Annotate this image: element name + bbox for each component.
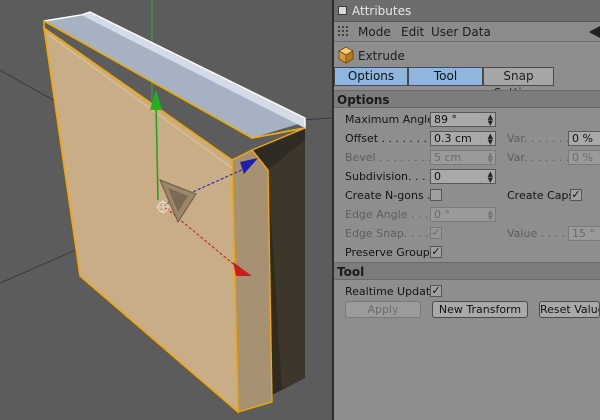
bevel-value: 5 cm <box>434 151 462 164</box>
tab-options[interactable]: Options <box>334 67 408 86</box>
edge-angle-label: Edge Angle . . . . <box>345 208 436 221</box>
preserve-groups-label: Preserve Groups <box>345 246 436 259</box>
object-row: Extrude <box>334 44 600 66</box>
viewport-scene[interactable] <box>0 0 332 420</box>
edge-snap-value: 15 ° <box>572 227 595 240</box>
apply-button[interactable]: Apply <box>345 301 421 318</box>
spinner-icon[interactable]: ▲ ▼ <box>488 171 493 184</box>
realtime-update-checkbox[interactable]: ✓ <box>430 285 442 297</box>
edge-snap-checkbox[interactable]: ✓ <box>430 227 442 239</box>
check-icon: ✓ <box>431 284 441 297</box>
options-section-title: Options <box>337 93 390 107</box>
spinner-icon[interactable]: ▲ ▼ <box>488 114 493 127</box>
tab-snap-settings[interactable]: Snap Settings <box>483 67 554 100</box>
bevel-label: Bevel . . . . . . . . <box>345 151 432 164</box>
check-icon: ✓ <box>431 226 441 239</box>
bevel-var-field[interactable]: 0 % <box>568 150 600 165</box>
edge-snap-value-field[interactable]: 15 ° <box>568 226 600 241</box>
panel-titlebar[interactable]: Attributes <box>334 0 600 22</box>
edge-angle-value: 0 ° <box>434 208 450 221</box>
offset-value: 0.3 cm <box>434 132 472 145</box>
edge-snap-label: Edge Snap. . . . . <box>345 227 436 240</box>
spinner-icon[interactable]: ▲ ▼ <box>488 152 493 165</box>
panel-title: Attributes <box>352 4 412 18</box>
realtime-update-label: Realtime Update <box>345 285 437 298</box>
extrude-front-edge-face[interactable] <box>232 150 272 412</box>
spinner-icon[interactable]: ▲ ▼ <box>488 209 493 222</box>
offset-field[interactable]: 0.3 cm ▲ ▼ <box>430 131 496 146</box>
new-transform-button[interactable]: New Transform <box>432 301 528 318</box>
viewport[interactable] <box>0 0 332 420</box>
offset-var-value: 0 % <box>572 132 593 145</box>
subdivision-label: Subdivision. . . . <box>345 170 433 183</box>
edge-angle-field[interactable]: 0 ° ▲ ▼ <box>430 207 496 222</box>
menu-edit[interactable]: Edit <box>401 25 424 39</box>
spinner-icon[interactable]: ▲ ▼ <box>488 133 493 146</box>
attributes-panel: Attributes Mode Edit User Data Extrude O… <box>334 0 600 420</box>
maximum-angle-field[interactable]: 89 ° ▲ ▼ <box>430 112 496 127</box>
bevel-var-value: 0 % <box>572 151 593 164</box>
create-caps-label: Create Caps <box>507 189 575 202</box>
panel-menubar: Mode Edit User Data <box>334 22 600 42</box>
bevel-field[interactable]: 5 cm ▲ ▼ <box>430 150 496 165</box>
subdivision-value: 0 <box>434 170 441 183</box>
extrude-tool-icon <box>338 46 354 64</box>
options-section-header[interactable]: Options <box>334 90 600 108</box>
create-ngons-label: Create N-gons . . <box>345 189 438 202</box>
maximum-angle-label: Maximum Angle <box>345 113 434 126</box>
tool-section-header[interactable]: Tool <box>334 262 600 280</box>
panel-menu-icon[interactable] <box>338 6 347 15</box>
reset-values-button[interactable]: Reset Values <box>539 301 600 318</box>
check-icon: ✓ <box>431 245 441 258</box>
object-name: Extrude <box>358 49 405 63</box>
offset-var-field[interactable]: 0 % <box>568 131 600 146</box>
maximum-angle-value: 89 ° <box>434 113 457 126</box>
tool-section-title: Tool <box>337 265 365 279</box>
preserve-groups-checkbox[interactable]: ✓ <box>430 246 442 258</box>
menu-mode[interactable]: Mode <box>358 25 391 39</box>
menu-user-data[interactable]: User Data <box>431 25 491 39</box>
back-arrow-icon[interactable] <box>589 26 600 38</box>
tab-tool[interactable]: Tool <box>408 67 483 86</box>
grip-icon[interactable] <box>337 25 349 37</box>
create-ngons-checkbox[interactable] <box>430 189 442 201</box>
subdivision-field[interactable]: 0 ▲ ▼ <box>430 169 496 184</box>
check-icon: ✓ <box>571 188 581 201</box>
create-caps-checkbox[interactable]: ✓ <box>570 189 582 201</box>
offset-label: Offset . . . . . . . . <box>345 132 434 145</box>
